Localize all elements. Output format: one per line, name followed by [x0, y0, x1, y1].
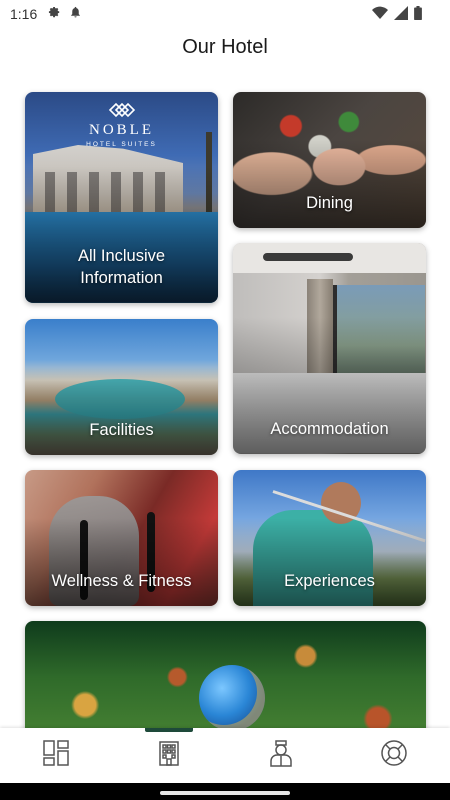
card-accommodation[interactable]: Accommodation: [233, 243, 426, 454]
globe-icon: [199, 665, 265, 731]
hotel-logo-subtitle: HOTEL SUITES: [86, 141, 157, 148]
concierge-staff-icon: [267, 739, 295, 772]
card-label: Dining: [306, 194, 353, 212]
card-wellness-fitness[interactable]: Wellness & Fitness: [25, 470, 218, 606]
lifebuoy-icon: [380, 739, 408, 772]
card-experiences[interactable]: Experiences: [233, 470, 426, 606]
wifi-icon: [372, 6, 388, 25]
bottom-nav: [0, 728, 450, 783]
card-dining[interactable]: Dining: [233, 92, 426, 228]
signal-icon: [394, 6, 408, 25]
nav-item-help[interactable]: [338, 728, 450, 783]
nav-item-dashboard[interactable]: [0, 728, 113, 783]
status-bar: 1:16: [0, 0, 450, 28]
hotel-building-icon: [155, 739, 183, 772]
battery-icon: [414, 6, 422, 25]
card-label: Accommodation: [270, 420, 389, 438]
status-left-icons: [47, 5, 82, 24]
card-label: Wellness & Fitness: [51, 572, 192, 590]
card-label: All Inclusive Information: [77, 247, 166, 287]
nav-item-concierge[interactable]: [225, 728, 338, 783]
hotel-logo-name: NOBLE: [89, 122, 154, 138]
status-time: 1:16: [10, 6, 38, 22]
page-title: Our Hotel: [182, 36, 268, 58]
nav-item-hotel[interactable]: [113, 728, 226, 783]
gear-icon: [47, 5, 61, 24]
hotel-logo-icon: [108, 102, 135, 118]
dashboard-grid-icon: [42, 739, 70, 772]
card-label: Experiences: [284, 572, 375, 590]
notification-bell-icon: [69, 5, 82, 24]
hotel-logo: NOBLE HOTEL SUITES: [25, 102, 218, 148]
card-label: Facilities: [89, 421, 154, 439]
home-gesture-handle[interactable]: [160, 791, 290, 795]
card-facilities[interactable]: Facilities: [25, 319, 218, 455]
card-all-inclusive[interactable]: NOBLE HOTEL SUITES All Inclusive Informa…: [25, 92, 218, 303]
status-right-icons: [372, 6, 422, 25]
